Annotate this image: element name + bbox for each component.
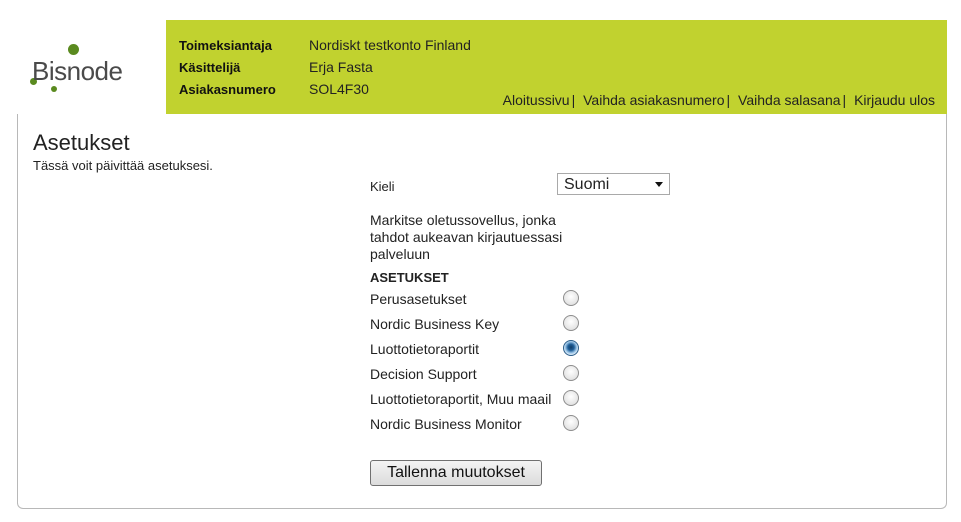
save-changes-button[interactable]: Tallenna muutokset xyxy=(370,460,542,486)
radio-basic-settings[interactable] xyxy=(563,290,579,306)
radio-decision-support[interactable] xyxy=(563,365,579,381)
default-app-description: Markitse oletussovellus, jonka tahdot au… xyxy=(370,212,563,262)
option-row: Perusasetukset xyxy=(370,289,610,309)
client-label: Toimeksiantaja xyxy=(179,38,272,53)
nav-separator: | xyxy=(571,92,576,108)
radio-credit-reports[interactable] xyxy=(563,340,579,356)
option-label: Decision Support xyxy=(370,366,477,382)
handler-value: Erja Fasta xyxy=(309,59,373,75)
client-value: Nordiskt testkonto Finland xyxy=(309,37,471,53)
radio-nordic-business-key[interactable] xyxy=(563,315,579,331)
settings-panel: Asetukset Tässä voit päivittää asetukses… xyxy=(17,114,947,509)
option-row: Nordic Business Monitor xyxy=(370,414,610,434)
customer-number-label: Asiakasnumero xyxy=(179,82,276,97)
language-select-value: Suomi xyxy=(564,176,610,193)
settings-section-heading: ASETUKSET xyxy=(370,270,449,285)
option-row: Luottotietoraportit, Muu maailma xyxy=(370,389,610,409)
customer-number-value: SOL4F30 xyxy=(309,81,369,97)
radio-credit-reports-world[interactable] xyxy=(563,390,579,406)
nav-home-link[interactable]: Aloitussivu xyxy=(503,92,570,108)
radio-nordic-business-monitor[interactable] xyxy=(563,415,579,431)
nav-separator: | xyxy=(726,92,731,108)
language-label: Kieli xyxy=(370,179,395,194)
page-title: Asetukset xyxy=(33,130,130,155)
nav-separator: | xyxy=(842,92,847,108)
nav-change-password-link[interactable]: Vaihda salasana xyxy=(738,92,840,108)
logo-dot-icon xyxy=(68,44,79,55)
logo-text: Bisnode xyxy=(32,56,123,86)
page-subtitle: Tässä voit päivittää asetuksesi. xyxy=(33,158,213,173)
nav-logout-link[interactable]: Kirjaudu ulos xyxy=(854,92,935,108)
header-nav: Aloitussivu | Vaihda asiakasnumero | Vaihd… xyxy=(503,92,935,108)
option-label: Nordic Business Monitor xyxy=(370,416,522,432)
page: Bisnode Toimeksiantaja Nordiskt testkont… xyxy=(0,0,961,522)
nav-change-customer-number-link[interactable]: Vaihda asiakasnumero xyxy=(583,92,724,108)
option-row: Luottotietoraportit xyxy=(370,339,610,359)
option-label: Luottotietoraportit xyxy=(370,341,479,357)
chevron-down-icon xyxy=(655,182,663,187)
header-bar: Toimeksiantaja Nordiskt testkonto Finlan… xyxy=(166,20,947,114)
option-label: Luottotietoraportit, Muu maailma xyxy=(370,391,552,407)
language-select[interactable]: Suomi xyxy=(557,173,670,195)
bisnode-logo[interactable]: Bisnode xyxy=(18,20,166,114)
option-label: Nordic Business Key xyxy=(370,316,500,332)
option-row: Decision Support xyxy=(370,364,610,384)
option-row: Nordic Business Key xyxy=(370,314,610,334)
handler-label: Käsittelijä xyxy=(179,60,241,75)
option-label: Perusasetukset xyxy=(370,291,467,307)
